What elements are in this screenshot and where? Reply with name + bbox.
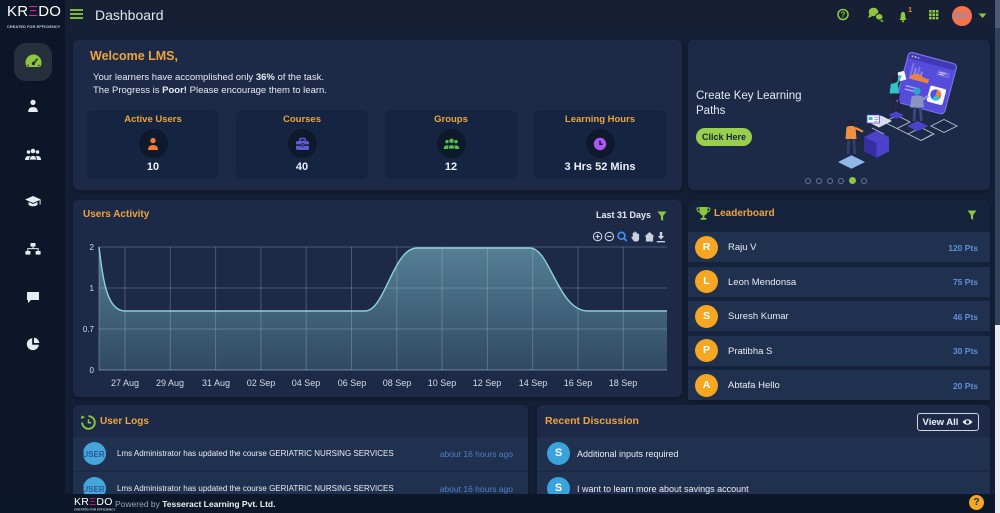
- svg-text:0: 0: [90, 366, 95, 375]
- svg-text:2: 2: [90, 243, 95, 252]
- svg-text:0.7: 0.7: [83, 325, 95, 334]
- svg-text:04 Sep: 04 Sep: [292, 378, 321, 388]
- svg-text:31 Aug: 31 Aug: [202, 378, 230, 388]
- svg-text:1: 1: [90, 284, 95, 293]
- svg-text:08 Sep: 08 Sep: [383, 378, 412, 388]
- svg-text:27 Aug: 27 Aug: [111, 378, 139, 388]
- svg-text:16 Sep: 16 Sep: [564, 378, 593, 388]
- svg-text:29 Aug: 29 Aug: [156, 378, 184, 388]
- svg-text:?: ?: [841, 11, 846, 20]
- svg-text:18 Sep: 18 Sep: [609, 378, 638, 388]
- svg-text:10 Sep: 10 Sep: [428, 378, 457, 388]
- svg-text:02 Sep: 02 Sep: [247, 378, 276, 388]
- svg-text:12 Sep: 12 Sep: [473, 378, 502, 388]
- svg-text:1: 1: [908, 5, 912, 14]
- svg-text:14 Sep: 14 Sep: [519, 378, 548, 388]
- svg-text:06 Sep: 06 Sep: [338, 378, 367, 388]
